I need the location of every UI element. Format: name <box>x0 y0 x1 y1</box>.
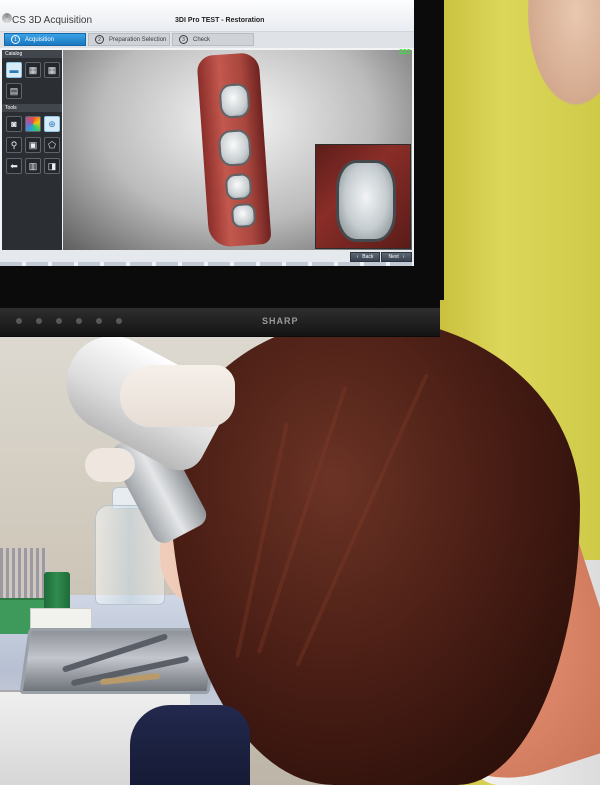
bite-catalog-icon[interactable]: ▦ <box>44 62 60 78</box>
undo-arrow-icon[interactable]: ⬅ <box>6 158 22 174</box>
monitor-brand: SHARP <box>262 316 299 326</box>
step-number: 3 <box>179 35 188 44</box>
tool-sidebar: Catalog ▬ ▦ ▦ ▤ Tools ◙ ⊕ ⚲ ▣ ⬠ ⬅ ▥ ◨ <box>2 50 62 250</box>
step-number: 1 <box>11 35 20 44</box>
preparation-catalog-icon[interactable]: ▤ <box>6 83 22 99</box>
magnifier-icon[interactable]: ⚲ <box>6 137 22 153</box>
gloved-hand <box>120 365 235 427</box>
live-camera-preview <box>315 144 411 249</box>
monitor-button <box>16 318 22 324</box>
catalog-section-header: Catalog <box>2 50 62 58</box>
app-logo-icon <box>2 13 12 23</box>
unlock-icon[interactable]: ◨ <box>44 158 60 174</box>
step-number: 2 <box>95 35 104 44</box>
lock-region-icon[interactable]: ▣ <box>25 137 41 153</box>
assistant-neck <box>520 0 600 120</box>
tools-section-header: Tools <box>2 104 62 112</box>
preview-tooth <box>336 160 396 242</box>
lower-jaw-catalog-icon[interactable]: ▦ <box>25 62 41 78</box>
chevron-right-icon: › <box>402 254 405 260</box>
scanned-dental-arch[interactable] <box>196 52 272 248</box>
next-button[interactable]: Next › <box>381 252 412 262</box>
scanned-tooth <box>217 128 253 168</box>
acquisition-screen: CS 3D Acquisition 3DI Pro TEST - Restora… <box>0 0 414 266</box>
scanned-tooth <box>230 202 257 229</box>
back-button[interactable]: ‹ Back <box>350 252 380 262</box>
monitor-button <box>36 318 42 324</box>
patient-clothing <box>130 705 250 785</box>
scanned-tooth <box>218 82 251 119</box>
workflow-step-bar: 1 Acquisition 2 Preparation Selection 3 … <box>0 32 414 48</box>
back-button-label: Back <box>362 254 374 260</box>
instrument-tray <box>19 628 219 694</box>
monitor-frame-right <box>414 0 444 300</box>
gloved-fingers <box>85 448 135 482</box>
image-counter: 223 <box>399 49 411 56</box>
step-check[interactable]: 3 Check <box>172 33 254 46</box>
step-label: Check <box>193 36 211 43</box>
step-acquisition[interactable]: 1 Acquisition <box>4 33 86 46</box>
upper-jaw-catalog-icon[interactable]: ▬ <box>6 62 22 78</box>
monitor-button <box>56 318 62 324</box>
monitor-buttons <box>16 318 122 324</box>
title-bar: CS 3D Acquisition 3DI Pro TEST - Restora… <box>0 0 414 32</box>
window-title: 3DI Pro TEST - Restoration <box>175 17 265 24</box>
next-button-label: Next <box>388 254 399 260</box>
monitor-button <box>96 318 102 324</box>
app-title: CS 3D Acquisition <box>12 15 93 26</box>
scanned-tooth <box>224 172 253 201</box>
chevron-left-icon: ‹ <box>356 254 359 260</box>
monitor-button <box>116 318 122 324</box>
monitor-button <box>76 318 82 324</box>
zoom-region-icon[interactable]: ⊕ <box>44 116 60 132</box>
windows-taskbar <box>0 262 414 266</box>
step-preparation-selection[interactable]: 2 Preparation Selection <box>88 33 170 46</box>
step-label: Acquisition <box>25 36 55 43</box>
step-label: Preparation Selection <box>109 36 167 43</box>
color-mode-icon[interactable] <box>25 116 41 132</box>
camera-icon[interactable]: ◙ <box>6 116 22 132</box>
trash-icon[interactable]: ▥ <box>25 158 41 174</box>
crop-shape-icon[interactable]: ⬠ <box>44 137 60 153</box>
